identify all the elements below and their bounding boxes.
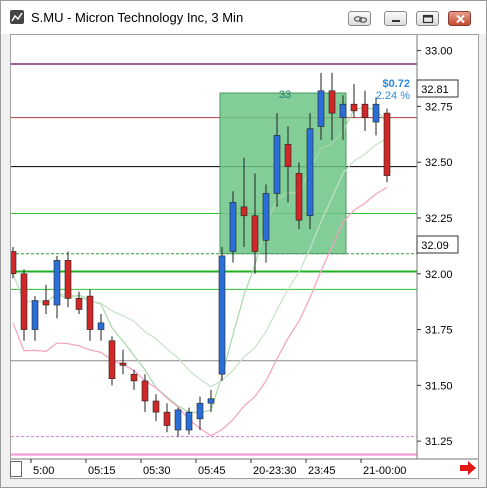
candle [20,269,28,341]
candle-body [295,173,303,221]
candle [163,403,171,433]
chain-link-icon [353,16,368,23]
candle [383,108,391,183]
current-price-label: 32.81 [421,84,449,96]
candle-body [339,103,347,118]
candle [86,289,94,341]
window-title: S.MU - Micron Technology Inc, 3 Min [31,10,244,25]
candle-body [108,340,116,379]
candle [306,113,314,230]
candle-body [251,215,259,252]
link-button[interactable] [348,11,371,26]
price-tick-label: 32.00 [425,269,453,281]
candle [97,313,105,341]
candle-body [317,90,325,127]
time-tick-label: 21-00:00 [363,465,406,477]
candle-body [20,273,28,330]
minimize-button[interactable] [384,11,407,26]
candle [361,90,369,131]
candle-body [350,103,358,112]
candle [53,255,61,319]
price-tick-label: 32.25 [425,213,453,225]
candle [218,247,226,381]
maximize-button[interactable] [416,11,439,26]
candle-body [141,380,149,402]
time-axis: 5:00 05:15 05:30 05:45 20-23:30 23:45 21-00:00 [30,459,406,477]
candle-body [218,255,226,375]
change-dollar-label: $0.72 [382,78,410,90]
close-button[interactable] [448,11,471,26]
candle [372,97,380,136]
candle [108,336,116,386]
chart-app-icon [10,10,24,24]
candle-body [11,251,17,275]
time-tick-label: 5:00 [33,465,54,477]
scroll-start-handle[interactable] [10,461,22,477]
level-price-label: 32.09 [421,240,449,252]
time-tick-label: 05:30 [143,465,171,477]
candle-body [97,322,105,330]
candle-body [119,362,127,366]
scroll-right-arrow-icon[interactable] [459,461,477,475]
price-tick-label: 32.75 [425,101,453,113]
candle-body [42,300,50,306]
candle-body [273,135,281,194]
price-tick-label: 33.00 [425,46,453,58]
candle-body [53,260,61,306]
maximize-icon [422,14,434,24]
title-bar[interactable]: S.MU - Micron Technology Inc, 3 Min [1,1,486,34]
candle [174,407,182,437]
candle [141,374,149,413]
minimize-icon [392,20,400,22]
candle-body [328,90,336,114]
candle [64,251,72,308]
candle [152,394,160,422]
chart-area[interactable]: 33.00 32.75 32.50 32.25 32.00 31.75 31.50 31.25… [10,34,479,479]
price-tick-label: 32.50 [425,157,453,169]
range-box-rect [219,92,347,255]
candle-body [240,206,248,217]
candle-body [163,411,171,426]
candle [11,247,17,279]
candle-body [196,402,204,420]
close-icon [456,14,465,24]
candle-body [372,103,380,123]
box-bar-count: 33 [279,89,291,101]
candle-body [229,202,237,252]
time-tick-label: 20-23:30 [253,465,296,477]
candle-body [31,300,39,330]
time-tick-label: 05:45 [198,465,226,477]
candle [196,396,204,430]
time-tick-label: 05:15 [88,465,116,477]
candle-body [284,144,292,167]
candle [31,296,39,341]
candle-body [174,409,182,431]
price-tick-label: 31.75 [425,325,453,337]
candle-body [75,298,83,310]
candle-body [185,411,193,431]
candle-body [64,260,72,299]
candle-body [130,373,138,382]
candle-body [262,193,270,241]
candle-body [383,112,391,176]
candle-body [361,103,369,118]
range-box [219,92,347,255]
candle-body [152,400,160,413]
candle [119,349,127,375]
candle-body [306,128,314,217]
price-chart[interactable]: 33.00 32.75 32.50 32.25 32.00 31.75 31.50 31.25… [11,35,478,478]
candle-body [86,295,94,330]
chart-window: S.MU - Micron Technology Inc, 3 Min 33.0… [0,0,487,488]
price-tick-label: 31.25 [425,436,453,448]
candle [207,389,215,413]
change-percent-label: 2.24 % [376,90,410,102]
horizontal-levels [11,63,417,456]
candle-body [207,398,215,404]
time-tick-label: 23:45 [308,465,336,477]
price-tick-label: 31.50 [425,380,453,392]
